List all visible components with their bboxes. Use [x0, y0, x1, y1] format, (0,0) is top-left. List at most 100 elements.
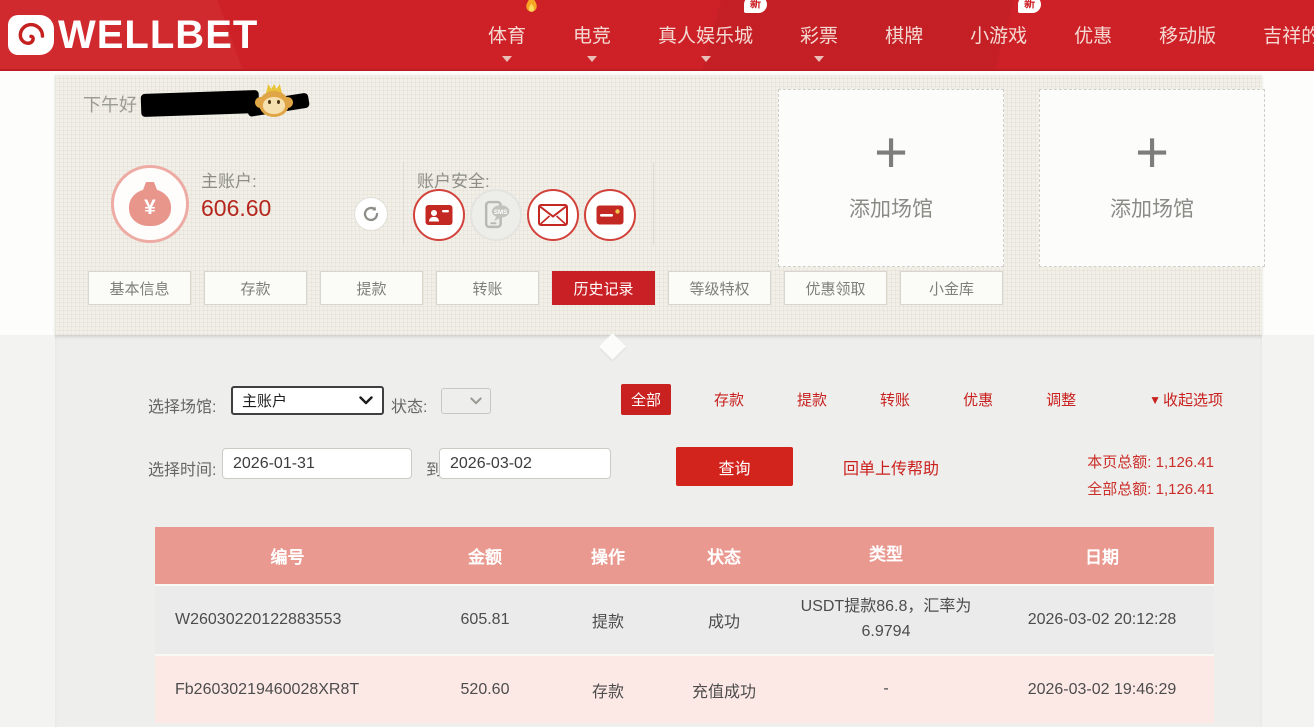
venue-filter-label: 选择场馆:	[148, 393, 216, 417]
divider	[653, 163, 654, 245]
page-total: 本页总额: 1,126.41	[1087, 449, 1214, 476]
nav-item-8[interactable]: 吉祥的	[1263, 21, 1314, 48]
type-filter-1[interactable]: 存款	[704, 384, 754, 415]
totals: 本页总额: 1,126.41 全部总额: 1,126.41	[1087, 449, 1214, 503]
header-cell-5: 日期	[990, 543, 1214, 568]
cell-amount: 520.60	[420, 681, 550, 699]
plus-icon: +	[874, 133, 908, 173]
chevron-down-icon	[701, 56, 711, 67]
main-nav: 体育电竞真人娱乐城新彩票棋牌小游戏新优惠移动版吉祥的	[488, 0, 1314, 69]
tab-2[interactable]: 提款	[320, 271, 423, 305]
time-filter-label: 选择时间:	[148, 456, 216, 480]
cell-date: 2026-03-02 20:12:28	[990, 611, 1214, 629]
type-filter-3[interactable]: 转账	[870, 384, 920, 415]
nav-item-6[interactable]: 优惠	[1074, 21, 1112, 48]
sms-phone-icon[interactable]: SMS	[470, 189, 522, 241]
add-venue-button[interactable]: + 添加场馆	[778, 89, 1004, 267]
top-navbar: WELLBET 体育电竞真人娱乐城新彩票棋牌小游戏新优惠移动版吉祥的	[0, 0, 1314, 71]
nav-item-4[interactable]: 棋牌	[885, 21, 923, 48]
new-badge: 新	[1018, 0, 1041, 13]
nav-item-label: 移动版	[1159, 26, 1216, 47]
nav-item-7[interactable]: 移动版	[1159, 21, 1216, 48]
cell-id: Fb26030219460028XR8T	[155, 681, 420, 699]
type-filter-0[interactable]: 全部	[621, 384, 671, 415]
nav-item-label: 优惠	[1074, 26, 1112, 47]
receipt-upload-help-link[interactable]: 回单上传帮助	[843, 455, 939, 479]
account-panel: 下午好 ¥ 主账户: 606.60 账户安全: SMS + 添加场馆 + 添加场…	[55, 75, 1262, 335]
collapse-options-link[interactable]: ▼收起选项	[1149, 389, 1223, 410]
redacted-username	[141, 90, 260, 117]
table-row: W26030220122883553605.81提款成功USDT提款86.8，汇…	[155, 584, 1214, 654]
tab-0[interactable]: 基本信息	[88, 271, 191, 305]
bank-card-icon[interactable]	[584, 189, 636, 241]
status-filter-label: 状态:	[391, 393, 427, 417]
nav-item-3[interactable]: 彩票	[800, 21, 838, 48]
tab-3[interactable]: 转账	[436, 271, 539, 305]
greeting-text: 下午好	[83, 91, 137, 117]
cell-id: W26030220122883553	[155, 611, 420, 629]
add-venue-button[interactable]: + 添加场馆	[1039, 89, 1265, 267]
nav-item-0[interactable]: 体育	[488, 21, 526, 48]
svg-text:SMS: SMS	[493, 208, 506, 215]
tab-5[interactable]: 等级特权	[668, 271, 771, 305]
brand-name: WELLBET	[58, 15, 258, 55]
wallet-icon: ¥	[111, 165, 189, 243]
cell-amount: 605.81	[420, 611, 550, 629]
header-cell-2: 操作	[550, 543, 666, 568]
balance-value: 606.60	[201, 195, 271, 222]
type-filter-4[interactable]: 优惠	[953, 384, 1003, 415]
header-cell-0: 编号	[155, 543, 420, 568]
nav-item-5[interactable]: 小游戏新	[970, 21, 1027, 48]
nav-item-label: 小游戏	[970, 26, 1027, 47]
tab-1[interactable]: 存款	[204, 271, 307, 305]
tab-7[interactable]: 小金库	[900, 271, 1003, 305]
nav-item-label: 彩票	[800, 26, 838, 47]
mail-icon[interactable]	[527, 189, 579, 241]
brand-spiral-icon	[8, 15, 54, 55]
header-cell-4: 类型	[782, 542, 990, 568]
date-from-input[interactable]	[222, 448, 412, 479]
chevron-down-icon	[587, 56, 597, 67]
cell-type: -	[782, 677, 990, 702]
nav-item-label: 真人娱乐城	[658, 26, 753, 47]
tab-6[interactable]: 优惠领取	[784, 271, 887, 305]
type-filter-2[interactable]: 提款	[787, 384, 837, 415]
cell-type: USDT提款86.8，汇率为 6.9794	[782, 595, 990, 645]
history-table: 编号金额操作状态类型日期 W26030220122883553605.81提款成…	[155, 527, 1214, 723]
main-account-label: 主账户:	[201, 167, 257, 192]
nav-item-1[interactable]: 电竞	[573, 21, 611, 48]
table-row: Fb26030219460028XR8T520.60存款充值成功-2026-03…	[155, 654, 1214, 723]
refresh-balance-button[interactable]	[354, 197, 388, 231]
cell-status: 成功	[666, 608, 782, 632]
id-card-icon[interactable]	[413, 189, 465, 241]
nav-item-label: 棋牌	[885, 26, 923, 47]
nav-item-2[interactable]: 真人娱乐城新	[658, 21, 753, 48]
status-select[interactable]	[441, 388, 491, 414]
header-cell-3: 状态	[666, 543, 782, 568]
cell-date: 2026-03-02 19:46:29	[990, 681, 1214, 699]
brand-logo[interactable]: WELLBET	[8, 15, 258, 55]
flame-icon	[523, 0, 540, 22]
nav-item-label: 吉祥的	[1263, 26, 1314, 47]
query-button[interactable]: 查询	[676, 447, 793, 486]
venue-select[interactable]: 主账户	[231, 386, 384, 415]
new-badge: 新	[744, 0, 767, 13]
cell-operation: 存款	[550, 678, 666, 702]
divider	[403, 163, 404, 245]
tab-4[interactable]: 历史记录	[552, 271, 655, 305]
history-panel: 选择场馆: 主账户 状态: 全部存款提款转账优惠调整▼收起选项 选择时间: 到:…	[55, 335, 1262, 727]
chevron-down-icon	[470, 397, 482, 405]
triangle-down-icon: ▼	[1149, 393, 1161, 407]
all-total: 全部总额: 1,126.41	[1087, 476, 1214, 503]
cell-status: 充值成功	[666, 678, 782, 702]
header-cell-1: 金额	[420, 543, 550, 568]
type-filter-5[interactable]: 调整	[1036, 384, 1086, 415]
active-tab-pointer	[599, 333, 626, 360]
account-tabs: 基本信息存款提款转账历史记录等级特权优惠领取小金库	[88, 271, 1003, 305]
nav-item-label: 电竞	[573, 26, 611, 47]
nav-item-label: 体育	[488, 26, 526, 47]
plus-icon: +	[1135, 133, 1169, 173]
cell-operation: 提款	[550, 608, 666, 632]
date-to-input[interactable]	[439, 448, 611, 479]
collapse-options-label: 收起选项	[1163, 389, 1223, 410]
